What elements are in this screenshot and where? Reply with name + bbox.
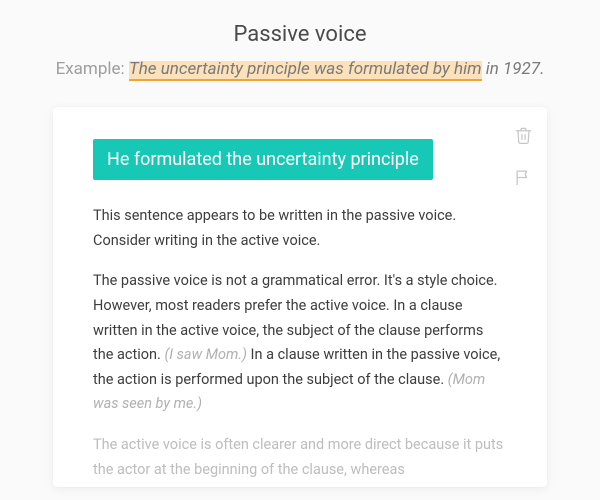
inline-example-1: (I saw Mom.) [164,346,246,363]
trash-icon[interactable] [513,125,533,145]
explanation-body: This sentence appears to be written in t… [93,204,507,482]
suggestion-card: He formulated the uncertainty principle … [53,107,547,487]
explanation-intro: This sentence appears to be written in t… [93,204,507,253]
example-tail: in 1927. [482,59,545,79]
flag-icon[interactable] [513,167,533,187]
suggestion-chip[interactable]: He formulated the uncertainty principle [93,139,433,180]
example-label: Example: [56,59,129,79]
card-actions [513,125,533,187]
page-title: Passive voice [0,22,600,47]
example-line: Example: The uncertainty principle was f… [0,59,600,107]
explanation-detail: The passive voice is not a grammatical e… [93,269,507,417]
example-highlight: The uncertainty principle was formulated… [129,59,482,79]
explanation-faded: The active voice is often clearer and mo… [93,433,507,482]
header: Passive voice [0,0,600,59]
